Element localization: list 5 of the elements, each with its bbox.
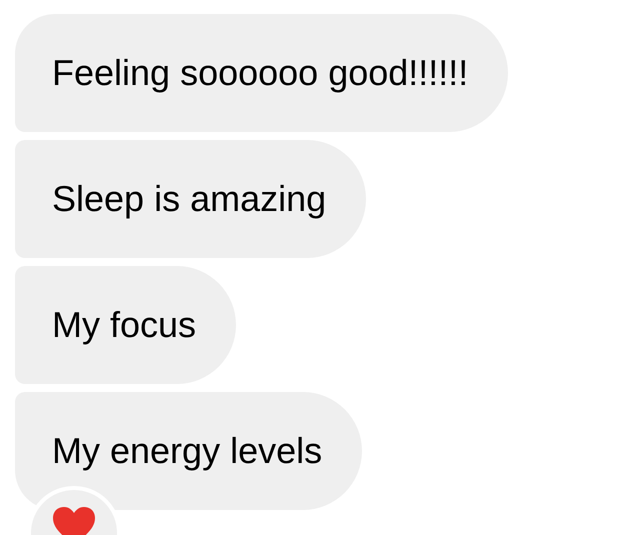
message-bubble: Feeling soooooo good!!!!!!	[15, 14, 508, 132]
heart-icon	[52, 506, 96, 535]
message-bubble: My energy levels	[15, 392, 362, 510]
message-bubble: My focus	[15, 266, 236, 384]
message-bubble: Sleep is amazing	[15, 140, 366, 258]
